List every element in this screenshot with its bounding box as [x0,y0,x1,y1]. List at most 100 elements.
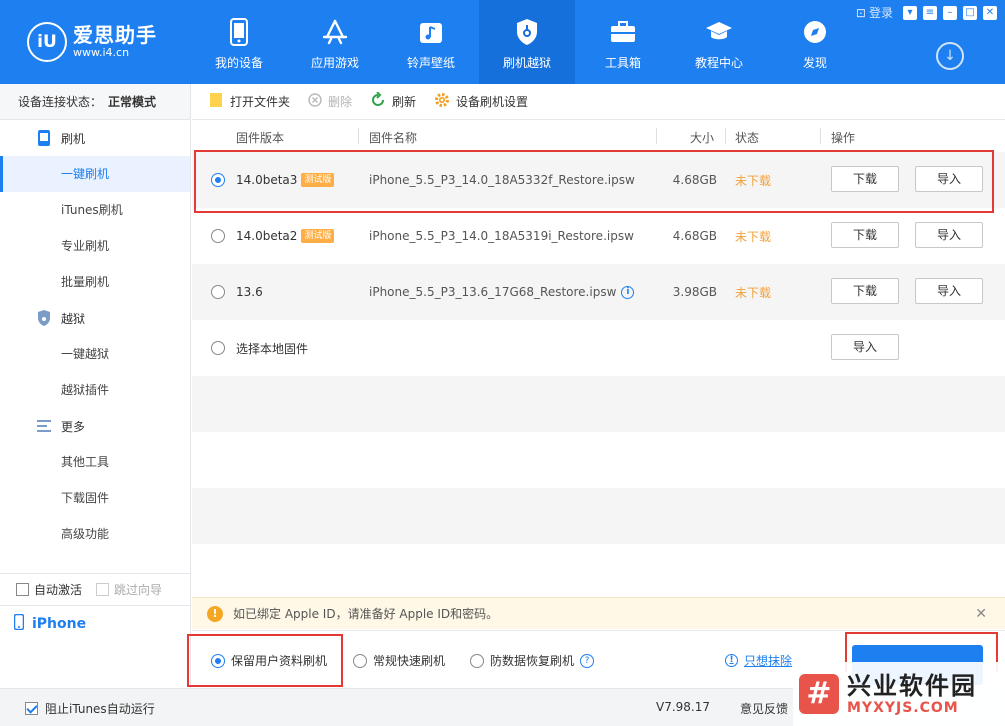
sidebar-group-more[interactable]: 更多 [0,408,190,444]
firmware-size: 4.68GB [672,229,717,243]
login-link[interactable]: ⊡ 登录 [856,4,893,21]
app-version: V7.98.17 [656,700,711,714]
mode-radio[interactable] [211,653,225,668]
nav-ringtones[interactable]: 铃声壁纸 [383,0,479,84]
feedback-link[interactable]: 意见反馈 [740,700,788,717]
firmware-name: iPhone_5.5_P3_13.6_17G68_Restore.ipsw [369,285,617,299]
sidebar-item-itunes-flash[interactable]: iTunes刷机 [0,192,190,228]
firmware-radio[interactable] [211,285,225,299]
firmware-version: 14.0beta3 [236,173,298,187]
download-button[interactable]: 下载 [831,222,899,248]
shield-icon [36,310,52,326]
sidebar-group-flash[interactable]: 刷机 [0,120,190,156]
maximize-icon[interactable]: □ [963,5,977,20]
info-icon: ! [725,654,738,667]
connection-status: 设备连接状态： 正常模式 [0,84,190,120]
sidebar-item-one-click-jailbreak[interactable]: 一键越狱 [0,336,190,372]
col-action: 操作 [831,131,856,145]
nav-my-device[interactable]: 我的设备 [191,0,287,84]
mode-quick[interactable]: 常规快速刷机 [353,652,445,669]
mode-keep-data[interactable]: 保留用户资料刷机 [211,652,327,669]
main-nav: 我的设备 应用游戏 铃声壁纸 刷机越狱 工具箱 教程中心 发现 [191,0,863,84]
block-itunes-checkbox[interactable]: 阻止iTunes自动运行 [25,700,155,717]
app-store-icon [320,17,350,47]
menu-icon [36,418,52,434]
firmware-name: iPhone_5.5_P3_14.0_18A5319i_Restore.ipsw [369,229,634,243]
nav-toolbox[interactable]: 工具箱 [575,0,671,84]
firmware-radio[interactable] [211,341,225,355]
delete-icon [308,93,322,110]
nav-apps-games[interactable]: 应用游戏 [287,0,383,84]
refresh-button[interactable]: 刷新 [370,91,416,111]
table-row[interactable]: 13.6 iPhone_5.5_P3_13.6_17G68_Restore.ip… [192,264,1005,320]
table-row-local-firmware[interactable]: 选择本地固件 导入 [192,320,1005,376]
toolbox-icon [608,17,638,47]
firmware-radio[interactable] [211,229,225,243]
mode-anti-recovery[interactable]: 防数据恢复刷机 ? [470,652,595,669]
import-button[interactable]: 导入 [915,278,983,304]
site-watermark: # 兴业软件园 MYXYJS.COM [793,662,1005,726]
table-row[interactable]: 14.0beta2 测试版 iPhone_5.5_P3_14.0_18A5319… [192,208,1005,264]
firmware-version: 14.0beta2 [236,229,298,243]
flash-settings-button[interactable]: 设备刷机设置 [434,92,528,111]
sidebar-item-one-click-flash[interactable]: 一键刷机 [0,156,190,192]
delete-button[interactable]: 删除 [308,93,352,110]
sidebar-group-jailbreak[interactable]: 越狱 [0,300,190,336]
sidebar-item-advanced[interactable]: 高级功能 [0,516,190,552]
sidebar-item-download-firmware[interactable]: 下载固件 [0,480,190,516]
beta-badge: 测试版 [301,173,335,187]
import-button[interactable]: 导入 [831,334,899,360]
watermark-url: MYXYJS.COM [847,700,959,716]
alert-text: 如已绑定 Apple ID，请准备好 Apple ID和密码。 [233,607,499,621]
sidebar-item-other-tools[interactable]: 其他工具 [0,444,190,480]
help-icon[interactable]: ? [580,653,595,668]
mode-radio[interactable] [470,653,484,668]
menu-icon[interactable]: ≡ [923,5,937,20]
firmware-radio[interactable] [211,173,225,187]
empty-row [192,544,1005,597]
phone-icon [224,17,254,47]
empty-row [192,488,1005,544]
col-status: 状态 [735,131,760,145]
firmware-size: 4.68GB [672,173,717,187]
sidebar-item-jailbreak-plugins[interactable]: 越狱插件 [0,372,190,408]
refresh-icon [370,91,386,111]
auto-activate-checkbox[interactable]: 自动激活 [16,581,82,598]
connection-status-value: 正常模式 [108,95,157,109]
skip-guide-checkbox: 跳过向导 [96,581,162,598]
minimize-icon[interactable]: – [943,5,957,20]
info-icon[interactable]: i [621,285,635,299]
open-folder-button[interactable]: 打开文件夹 [210,93,290,110]
mode-radio[interactable] [353,653,367,668]
phone-icon [13,613,25,634]
erase-only-link[interactable]: ! 只想抹除 [725,652,792,669]
download-button[interactable]: 下载 [831,166,899,192]
login-icon: ⊡ [855,5,866,20]
nav-flash-jailbreak[interactable]: 刷机越狱 [479,0,575,84]
download-manager-icon[interactable]: ↓ [936,42,964,70]
nav-discover[interactable]: 发现 [767,0,863,84]
brand-logo: iU 爱思助手 www.i4.cn [27,22,157,62]
device-entry[interactable]: iPhone [0,605,190,641]
checkbox-box [16,583,29,596]
import-button[interactable]: 导入 [915,166,983,192]
nav-tutorials[interactable]: 教程中心 [671,0,767,84]
skin-icon[interactable]: ▾ [903,5,917,20]
close-icon[interactable]: ✕ [975,606,987,622]
table-row[interactable]: 14.0beta3 测试版 iPhone_5.5_P3_14.0_18A5332… [192,152,1005,208]
empty-row [192,432,1005,488]
toolbar: 打开文件夹 删除 刷新 设备刷机设置 [192,84,1005,120]
import-button[interactable]: 导入 [915,222,983,248]
close-icon[interactable]: ✕ [983,5,997,20]
phone-icon [36,130,52,146]
sidebar: 设备连接状态： 正常模式 刷机 一键刷机 iTunes刷机 专业刷机 批量刷机 越… [0,84,191,726]
checkbox-box [25,702,38,715]
download-button[interactable]: 下载 [831,278,899,304]
firmware-name: iPhone_5.5_P3_14.0_18A5332f_Restore.ipsw [369,173,635,187]
firmware-status: 未下载 [735,173,772,188]
sidebar-item-batch-flash[interactable]: 批量刷机 [0,264,190,300]
folder-icon [210,93,224,110]
firmware-status: 未下载 [735,229,772,244]
sidebar-item-pro-flash[interactable]: 专业刷机 [0,228,190,264]
gear-icon [434,92,450,111]
